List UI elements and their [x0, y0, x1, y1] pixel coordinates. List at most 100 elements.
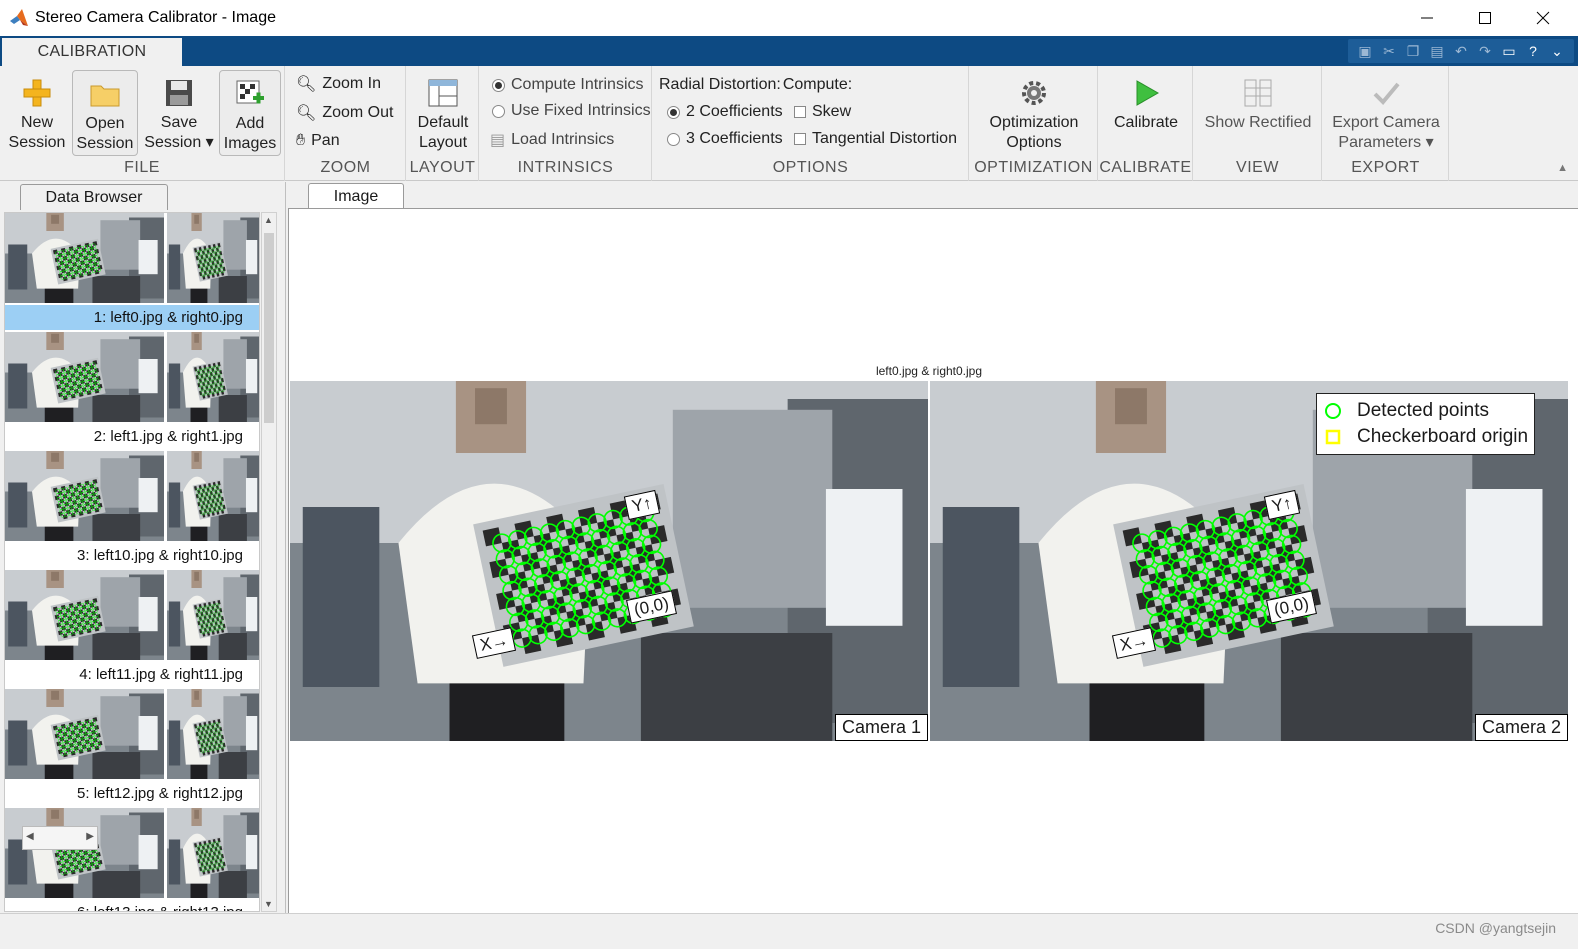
load-icon: ▤ [490, 132, 506, 149]
rectified-icon [1241, 76, 1275, 110]
left-thumbnail [5, 213, 164, 303]
zoom-out-button[interactable]: 🔍︎ Zoom Out [296, 103, 393, 123]
tab-image[interactable]: Image [308, 183, 404, 209]
legend-origin-row: Checkerboard origin [1323, 424, 1528, 450]
right-thumbnail [167, 213, 259, 303]
tab-data-browser[interactable]: Data Browser [20, 184, 168, 210]
vertical-scrollbar[interactable]: ▲ ▼ [261, 212, 277, 912]
undo-icon[interactable]: ↶ [1450, 40, 1472, 62]
right-thumbnail [167, 451, 259, 541]
image-pair-thumbnails [5, 570, 259, 660]
copy-icon[interactable]: ❐ [1402, 40, 1424, 62]
load-intrinsics-button[interactable]: ▤ Load Intrinsics [490, 130, 614, 150]
floppy-disk-icon [162, 76, 196, 110]
ribbon: New Session Open Session Save Session ▾ … [0, 66, 1578, 181]
add-images-button[interactable]: Add Images [219, 70, 281, 156]
dropdown-arrow-icon: ▾ [1425, 134, 1434, 151]
paste-icon[interactable]: ▤ [1426, 40, 1448, 62]
help-icon[interactable]: ? [1522, 40, 1544, 62]
checkbox-icon [794, 133, 806, 145]
export-camera-parameters-button[interactable]: Export Camera Parameters ▾ [1327, 70, 1445, 156]
legend: Detected points Checkerboard origin [1316, 393, 1536, 455]
export-group: Export Camera Parameters ▾ EXPORT [1323, 66, 1449, 181]
toolstrip-tabs: CALIBRATION ▣ ✂ ❐ ▤ ↶ ↷ ▭ ? ⌄ [0, 36, 1578, 66]
layout-group: Default Layout LAYOUT [407, 66, 479, 181]
image-pair-caption: 3: left10.jpg & right10.jpg [77, 547, 243, 564]
new-session-icon [20, 76, 54, 110]
save-session-button[interactable]: Save Session ▾ [142, 70, 216, 156]
camera1-label: Camera 1 [834, 714, 928, 741]
camera2-label: Camera 2 [1474, 714, 1568, 741]
minimize-button[interactable] [1398, 0, 1456, 36]
skew-checkbox[interactable]: Skew [794, 103, 851, 121]
new-session-button[interactable]: New Session [4, 70, 70, 156]
gear-icon [1017, 76, 1051, 110]
collapse-ribbon-icon[interactable]: ▲ [1557, 162, 1568, 174]
legend-origin-label: Checkerboard origin [1357, 426, 1529, 447]
left-thumbnail [5, 332, 164, 422]
scroll-left-icon[interactable]: ◀ [26, 831, 34, 842]
radio-icon [492, 104, 505, 118]
matlab-logo-icon [10, 9, 28, 26]
open-session-button[interactable]: Open Session [72, 70, 138, 156]
image-pair-thumbnails [5, 332, 259, 422]
image-pair-item[interactable]: 5: left12.jpg & right12.jpg [5, 689, 259, 808]
redo-icon[interactable]: ↷ [1474, 40, 1496, 62]
right-thumbnail [167, 570, 259, 660]
two-coefficients-radio[interactable]: 2 Coefficients [667, 103, 783, 121]
pan-button[interactable]: ✋︎ Pan [296, 132, 340, 150]
close-button[interactable] [1514, 0, 1572, 36]
scroll-right-icon[interactable]: ▶ [86, 831, 94, 842]
watermark: CSDN @yangtsejin [1435, 920, 1556, 936]
scrollbar-thumb[interactable] [264, 233, 274, 423]
calibrate-group: Calibrate CALIBRATE [1099, 66, 1193, 181]
add-images-icon [233, 77, 267, 111]
maximize-button[interactable] [1456, 0, 1514, 36]
compute-intrinsics-radio[interactable]: Compute Intrinsics [492, 76, 644, 94]
left-thumbnail [5, 570, 164, 660]
radial-distortion-heading: Radial Distortion: [659, 76, 781, 93]
image-pair-item[interactable]: 1: left0.jpg & right0.jpg [5, 213, 259, 332]
zoom-in-icon: 🔍︎ [296, 76, 317, 93]
data-browser-list: 1: left0.jpg & right0.jpg 2: left1.jpg & … [4, 212, 260, 912]
options-group-label: OPTIONS [772, 159, 849, 176]
minimize-icon [1421, 17, 1433, 19]
window-title: Stereo Camera Calibrator - Image [35, 9, 276, 26]
tab-calibration[interactable]: CALIBRATION [2, 38, 182, 66]
image-pair-caption: 6: left13.jpg & right13.jpg [5, 900, 259, 911]
image-pair-item[interactable]: 6: left13.jpg & right13.jpg [5, 808, 259, 911]
compute-heading: Compute: [782, 76, 853, 93]
left-thumbnail [5, 808, 164, 898]
calibrate-button[interactable]: Calibrate [1103, 70, 1189, 156]
optimization-options-button[interactable]: Optimization Options [976, 70, 1092, 156]
tangential-distortion-checkbox[interactable]: Tangential Distortion [794, 130, 957, 148]
options-headings: Radial Distortion: Compute: [659, 76, 852, 94]
quick-access-toolbar: ▣ ✂ ❐ ▤ ↶ ↷ ▭ ? ⌄ [1348, 39, 1574, 63]
figure-title: left0.jpg & right0.jpg [875, 364, 983, 378]
three-coefficients-radio[interactable]: 3 Coefficients [667, 130, 783, 148]
save-icon[interactable]: ▣ [1354, 40, 1376, 62]
cut-icon[interactable]: ✂ [1378, 40, 1400, 62]
default-layout-button[interactable]: Default Layout [411, 70, 475, 156]
show-rectified-button[interactable]: Show Rectified [1198, 70, 1318, 156]
image-pair-item[interactable]: 2: left1.jpg & right1.jpg [5, 332, 259, 451]
layout-icon [426, 76, 460, 110]
data-browser-panel: Data Browser 1: left0.jpg & right0.jpg 2:… [0, 182, 286, 913]
maximize-icon [1479, 12, 1491, 24]
zoom-in-button[interactable]: 🔍︎ Zoom In [296, 74, 381, 94]
image-pair-thumbnails [5, 451, 259, 541]
view-group: Show Rectified VIEW [1194, 66, 1322, 181]
zoom-group-label: ZOOM [320, 159, 371, 176]
expand-icon[interactable]: ⌄ [1546, 40, 1568, 62]
calibrate-group-label: CALIBRATE [1099, 159, 1192, 176]
use-fixed-intrinsics-radio[interactable]: Use Fixed Intrinsics [492, 102, 651, 120]
intrinsics-group-label: INTRINSICS [517, 159, 614, 176]
scroll-up-icon[interactable]: ▲ [264, 215, 273, 225]
image-pair-item[interactable]: 4: left11.jpg & right11.jpg [5, 570, 259, 689]
scroll-down-icon[interactable]: ▼ [264, 899, 273, 909]
image-pair-item[interactable]: 3: left10.jpg & right10.jpg [5, 451, 259, 570]
image-panel: Image left0.jpg & right0.jpg Y↑ (0,0) X→ Ca… [288, 182, 1578, 913]
horizontal-scrollbar[interactable]: ◀ ▶ [22, 826, 98, 850]
view-group-label: VIEW [1236, 159, 1279, 176]
layout-icon[interactable]: ▭ [1498, 40, 1520, 62]
